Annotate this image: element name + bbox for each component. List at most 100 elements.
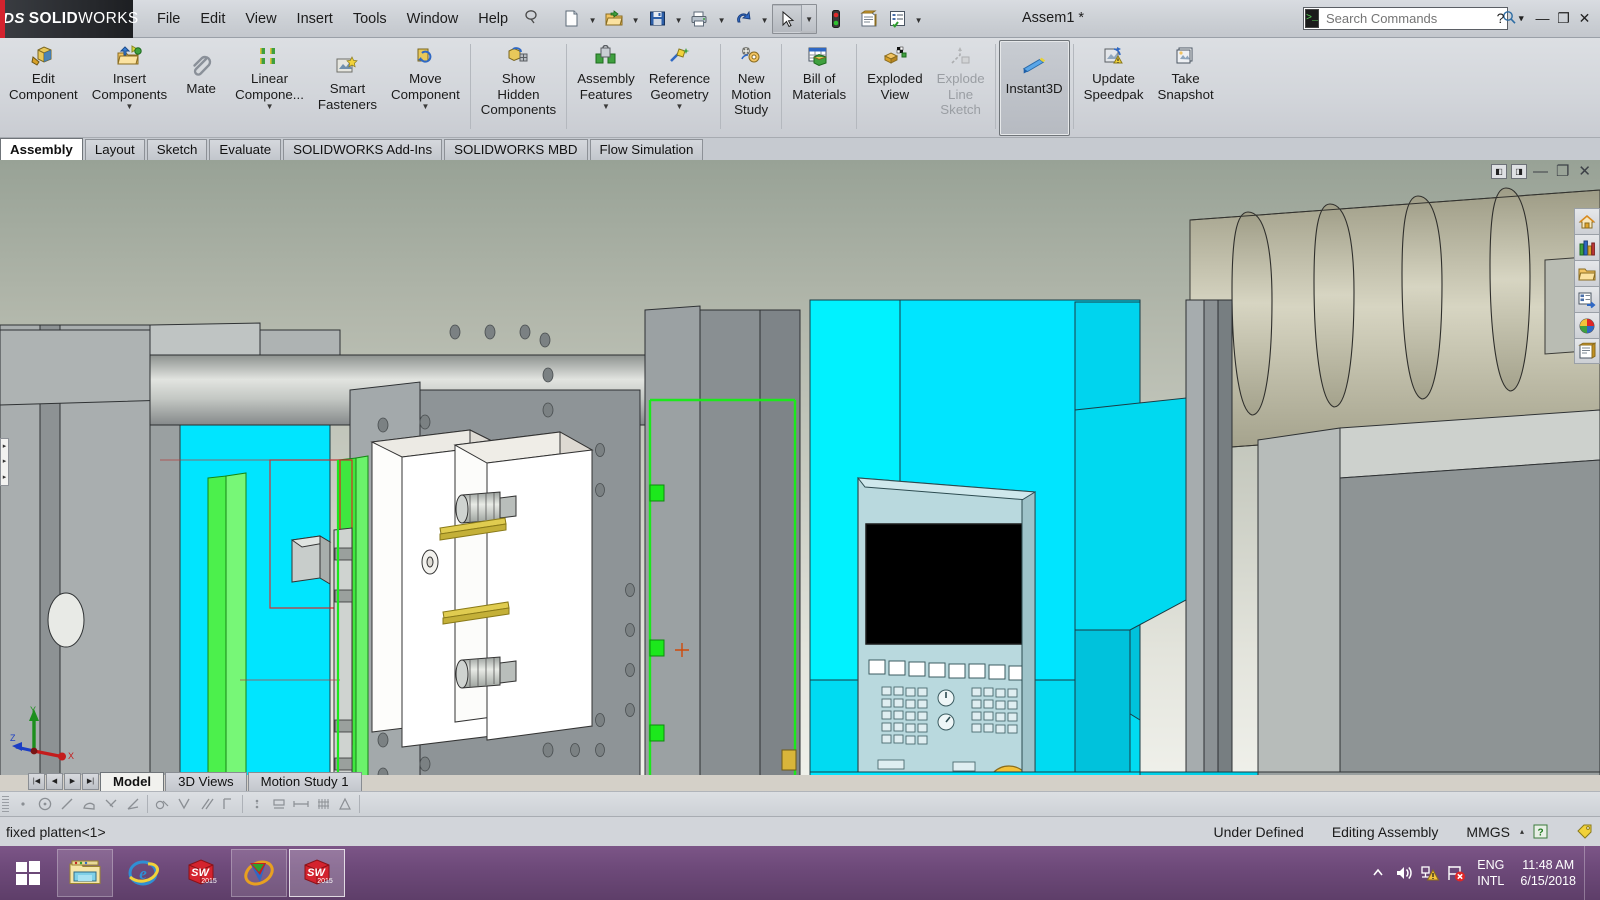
ribbon-button-reference-geometry[interactable]: Reference Geometry ▼	[642, 38, 717, 137]
viewport-restore-button[interactable]: ❐	[1554, 162, 1571, 180]
ribbon-button-edit-component[interactable]: Edit Component	[2, 38, 85, 137]
ribbon-button-show-hidden-components[interactable]: Show Hidden Components	[474, 38, 563, 137]
ribbon-button-move-component[interactable]: Move Component ▼	[384, 38, 467, 137]
tab-sketch[interactable]: Sketch	[146, 139, 208, 160]
graphics-viewport[interactable]: ▸ ▸ ▸ ◧ ◨ — ❐ ✕ Y X Z	[0, 160, 1600, 775]
next-view-icon[interactable]: ◨	[1510, 163, 1527, 179]
restore-button[interactable]: ❐	[1554, 8, 1573, 28]
menu-item-tools[interactable]: Tools	[343, 7, 397, 31]
undo-icon[interactable]	[729, 5, 757, 33]
save-icon[interactable]	[643, 5, 671, 33]
menu-item-edit[interactable]: Edit	[190, 7, 235, 31]
ribbon-dropdown-insert-components[interactable]: ▼	[125, 103, 133, 111]
show-hidden-icons-icon[interactable]	[1365, 846, 1391, 900]
file-explorer-taskbar-icon[interactable]	[57, 849, 113, 897]
tab-evaluate[interactable]: Evaluate	[209, 139, 282, 160]
ribbon-button-assembly-features[interactable]: Assembly Features ▼	[570, 38, 642, 137]
tab-solidworks-add-ins[interactable]: SOLIDWORKS Add-Ins	[283, 139, 443, 160]
equal-icon[interactable]	[268, 793, 290, 815]
menu-item-insert[interactable]: Insert	[287, 7, 343, 31]
file-explorer-icon[interactable]	[1574, 260, 1600, 286]
spline-icon[interactable]	[100, 793, 122, 815]
question-badge-icon[interactable]: ?	[1530, 822, 1550, 842]
ribbon-button-linear-component-pattern[interactable]: Linear Compone... ▼	[228, 38, 311, 137]
search-commands-box[interactable]: >_ ▼	[1303, 7, 1525, 30]
network-warning-icon[interactable]	[1417, 846, 1443, 900]
point-icon[interactable]	[12, 793, 34, 815]
view-palette-icon[interactable]	[1574, 286, 1600, 312]
design-library-icon[interactable]	[1574, 234, 1600, 260]
language-indicator[interactable]: ENG INTL	[1469, 857, 1512, 889]
undo-dropdown[interactable]: ▼	[757, 6, 772, 32]
viewport-close-button[interactable]: ✕	[1575, 162, 1594, 180]
action-center-alert-icon[interactable]	[1443, 846, 1469, 900]
ribbon-button-instant3d[interactable]: Instant3D	[998, 40, 1070, 136]
menu-item-file[interactable]: File	[147, 7, 190, 31]
show-desktop-button[interactable]	[1584, 846, 1592, 900]
line-icon[interactable]	[56, 793, 78, 815]
ribbon-dropdown-reference-geometry[interactable]: ▼	[676, 103, 684, 111]
print-dropdown[interactable]: ▼	[714, 6, 729, 32]
new-document-icon[interactable]	[557, 5, 585, 33]
menu-item-view[interactable]: View	[235, 7, 286, 31]
save-dropdown[interactable]: ▼	[671, 6, 686, 32]
ribbon-button-smart-fasteners[interactable]: Smart Fasteners	[311, 38, 384, 137]
file-properties-icon[interactable]	[855, 5, 883, 33]
open-document-dropdown[interactable]: ▼	[628, 6, 643, 32]
tab-solidworks-mbd[interactable]: SOLIDWORKS MBD	[444, 139, 588, 160]
tab-assembly[interactable]: Assembly	[0, 138, 83, 160]
tab-flow-simulation[interactable]: Flow Simulation	[589, 139, 704, 160]
ribbon-button-update-speedpak[interactable]: Update Speedpak	[1077, 38, 1151, 137]
pin-icon[interactable]	[518, 5, 545, 32]
ribbon-button-exploded-view[interactable]: Exploded View	[860, 38, 929, 137]
circle-icon[interactable]	[34, 793, 56, 815]
toolbar-grip[interactable]	[2, 795, 9, 813]
doc-tab-motion-study-1[interactable]: Motion Study 1	[247, 771, 362, 791]
help-dropdown-arrow[interactable]: ▼	[1512, 8, 1531, 28]
help-button[interactable]: ?	[1491, 8, 1510, 28]
menu-item-help[interactable]: Help	[468, 7, 518, 31]
ribbon-button-insert-components[interactable]: Insert Components ▼	[85, 38, 174, 137]
open-document-icon[interactable]	[600, 5, 628, 33]
status-units-caret[interactable]: ▴	[1514, 827, 1530, 836]
close-button[interactable]: ✕	[1575, 8, 1594, 28]
internet-explorer-icon[interactable]: e	[115, 849, 171, 897]
solidworks-2015-active-icon[interactable]: SW 2015	[289, 849, 345, 897]
ribbon-dropdown-assembly-features[interactable]: ▼	[602, 103, 610, 111]
rebuild-traffic-light-icon[interactable]	[822, 5, 850, 33]
arc-icon[interactable]	[78, 793, 100, 815]
minimize-button[interactable]: —	[1533, 8, 1552, 28]
ribbon-dropdown-move-component[interactable]: ▼	[421, 103, 429, 111]
ribbon-dropdown-linear-component[interactable]: ▼	[266, 103, 274, 111]
volume-icon[interactable]	[1391, 846, 1417, 900]
tangent-icon[interactable]	[151, 793, 173, 815]
concentric-icon[interactable]	[246, 793, 268, 815]
doc-tab-3d-views[interactable]: 3D Views	[165, 771, 247, 791]
next-tab-icon[interactable]: ▶	[64, 772, 81, 790]
new-document-dropdown[interactable]: ▼	[585, 6, 600, 32]
perpendicular-icon[interactable]	[173, 793, 195, 815]
tab-layout[interactable]: Layout	[84, 139, 145, 160]
select-dropdown[interactable]: ▼	[801, 4, 817, 31]
ribbon-button-explode-line-sketch[interactable]: Explode Line Sketch	[930, 38, 992, 137]
options-icon[interactable]	[883, 5, 911, 33]
status-units[interactable]: MMGS	[1452, 824, 1514, 840]
select-tool-group[interactable]: ▼	[772, 3, 818, 34]
parallel-icon[interactable]	[195, 793, 217, 815]
custom-properties-icon[interactable]	[1574, 338, 1600, 364]
ribbon-button-bill-of-materials[interactable]: Bill of Materials	[785, 38, 853, 137]
grid-icon[interactable]	[312, 793, 334, 815]
taskbar-clock[interactable]: 11:48 AM 6/15/2018	[1512, 857, 1584, 889]
tag-icon[interactable]	[1574, 822, 1594, 842]
solidworks-2015-icon[interactable]: SW 2015	[173, 849, 229, 897]
last-tab-icon[interactable]: ▶|	[82, 772, 99, 790]
doc-tab-model[interactable]: Model	[100, 771, 165, 791]
windows-start-icon[interactable]	[0, 846, 56, 900]
angle-dimension-icon[interactable]	[122, 793, 144, 815]
horizontal-dimension-icon[interactable]	[290, 793, 312, 815]
appearances-scenes-icon[interactable]	[1574, 312, 1600, 338]
ribbon-button-new-motion-study[interactable]: New Motion Study	[724, 38, 778, 137]
previous-view-icon[interactable]: ◧	[1490, 163, 1507, 179]
symmetric-icon[interactable]	[334, 793, 356, 815]
select-arrow-icon[interactable]	[773, 4, 802, 33]
